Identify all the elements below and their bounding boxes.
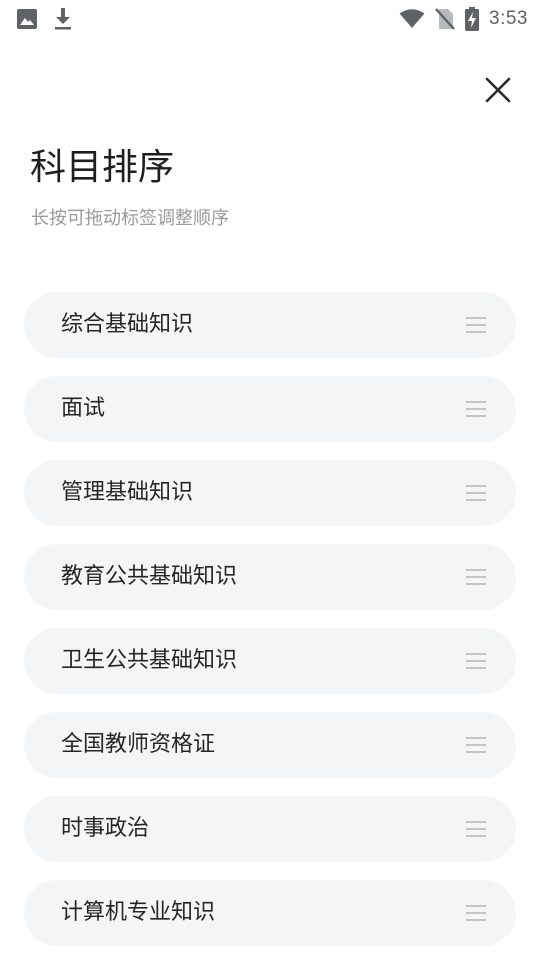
image-icon bbox=[16, 8, 38, 30]
drag-handle-icon[interactable] bbox=[466, 652, 486, 670]
status-time: 3:53 bbox=[489, 8, 528, 29]
subject-label: 管理基础知识 bbox=[61, 480, 194, 505]
subject-item[interactable]: 时事政治 bbox=[24, 796, 516, 862]
subject-item[interactable]: 教育公共基础知识 bbox=[24, 544, 516, 610]
subject-label: 综合基础知识 bbox=[61, 312, 194, 337]
subject-label: 卫生公共基础知识 bbox=[61, 648, 238, 673]
drag-handle-icon[interactable] bbox=[466, 316, 486, 334]
status-bar-left bbox=[16, 6, 74, 32]
close-button[interactable] bbox=[478, 72, 518, 112]
page-title: 科目排序 bbox=[30, 147, 175, 188]
subject-item[interactable]: 面试 bbox=[24, 376, 516, 442]
no-sim-icon bbox=[435, 8, 455, 30]
subject-item[interactable]: 综合基础知识 bbox=[24, 292, 516, 358]
drag-handle-icon[interactable] bbox=[466, 568, 486, 586]
close-icon bbox=[485, 77, 511, 107]
drag-handle-icon[interactable] bbox=[466, 400, 486, 418]
subject-list: 综合基础知识 面试 管理基础知识 教育公共基础知识 卫生公共基础知识 全国教师资… bbox=[24, 292, 516, 964]
subject-label: 面试 bbox=[61, 396, 106, 421]
subject-label: 教育公共基础知识 bbox=[61, 564, 238, 589]
drag-handle-icon[interactable] bbox=[466, 904, 486, 922]
download-icon bbox=[52, 7, 74, 31]
subject-item[interactable]: 全国教师资格证 bbox=[24, 712, 516, 778]
subject-label: 计算机专业知识 bbox=[61, 900, 216, 925]
drag-handle-icon[interactable] bbox=[466, 484, 486, 502]
subject-item[interactable]: 管理基础知识 bbox=[24, 460, 516, 526]
status-bar: 3:53 bbox=[0, 0, 540, 38]
page-subtitle: 长按可拖动标签调整顺序 bbox=[31, 208, 229, 229]
wifi-icon bbox=[399, 9, 425, 29]
drag-handle-icon[interactable] bbox=[466, 820, 486, 838]
status-bar-right: 3:53 bbox=[399, 6, 528, 32]
subject-label: 全国教师资格证 bbox=[61, 732, 216, 757]
subject-item[interactable]: 计算机专业知识 bbox=[24, 880, 516, 946]
drag-handle-icon[interactable] bbox=[466, 736, 486, 754]
battery-charging-icon bbox=[465, 7, 480, 31]
subject-item[interactable]: 卫生公共基础知识 bbox=[24, 628, 516, 694]
subject-label: 时事政治 bbox=[61, 816, 150, 841]
